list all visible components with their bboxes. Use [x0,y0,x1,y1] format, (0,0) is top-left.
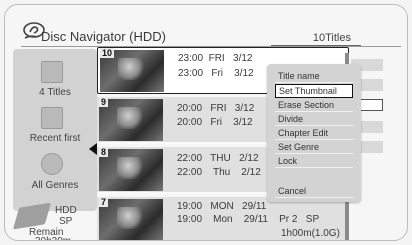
disc-navigator-window: Disc Navigator (HDD) 10Titles 4 Titles R… [4,4,408,241]
menu-item-erase-section[interactable]: Erase Section [275,99,353,112]
menu-separator [275,169,361,185]
title-name: 19:00 Mon 29/11 Pr 2 SP [177,214,320,225]
title-name: 20:00 Fri 3/12 [177,117,253,128]
title-recorded: 22:00 THU 2/12 [177,153,259,164]
menu-item-set-thumbnail[interactable]: Set Thumbnail [275,84,353,98]
title-bar: Disc Navigator (HDD) 10Titles [21,17,401,47]
title-name: 22:00 Thu 2/12 [177,167,261,178]
title-recorded: 19:00 MON 29/11 [177,201,267,212]
title-number: 8 [99,147,109,157]
sort-icon [41,107,63,129]
sidebar-item-sort[interactable]: Recent first [13,133,97,144]
remain-mode-label: SP [59,216,73,227]
menu-item-divide[interactable]: Divide [275,113,353,126]
title-recorded: 20:00 FRI 3/12 [177,103,255,114]
title-duration: 1h00m(1.0G) [281,228,340,239]
title-thumbnail [99,149,163,191]
menu-item-set-genre[interactable]: Set Genre [275,141,353,154]
title-number: 9 [99,97,109,107]
selector-arrow-icon [89,143,97,155]
genre-icon [41,153,63,175]
page-title: Disc Navigator (HDD) [41,29,166,44]
title-thumbnail [99,199,163,240]
title-number: 10 [100,48,115,58]
title-number: 7 [99,197,109,207]
list-icon [41,61,63,83]
title-count: 10Titles [312,32,351,44]
menu-item-cancel[interactable]: Cancel [275,185,353,198]
menu-item-lock[interactable]: Lock [275,155,353,168]
filter-sidebar: 4 Titles Recent first All Genres [13,49,97,211]
title-name: 23:00 Fri 3/12 [178,68,254,79]
menu-item-chapter-edit[interactable]: Chapter Edit [275,127,353,140]
title-recorded: 23:00 FRI 3/12 [178,53,253,64]
title-row-7[interactable]: 7 19:00 MON 29/11 19:00 Mon 29/11 Pr 2 S… [97,197,349,240]
title-thumbnail [99,99,163,141]
remain-hdd-label: HDD [55,205,77,216]
menu-item-title-name[interactable]: Title name [275,70,353,83]
sidebar-item-titles[interactable]: 4 Titles [13,87,97,98]
remain-time: 30h30m [35,236,71,240]
context-menu: Title name Set Thumbnail Erase Section D… [267,64,361,202]
sidebar-item-genre[interactable]: All Genres [13,180,97,191]
title-count-underline [271,45,361,46]
